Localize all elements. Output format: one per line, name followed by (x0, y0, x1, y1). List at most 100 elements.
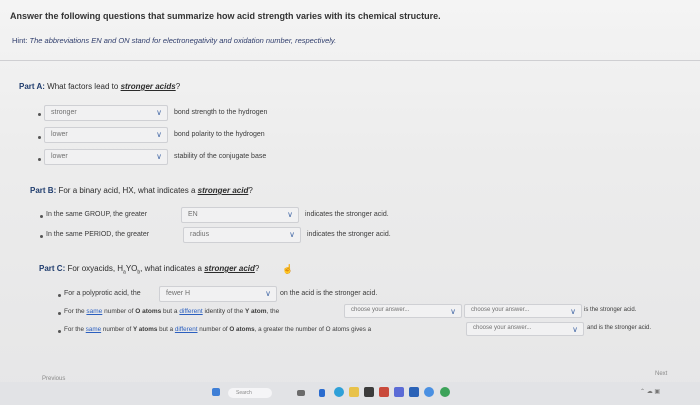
next-button[interactable]: Next (655, 371, 667, 377)
windows-start-icon[interactable] (212, 388, 220, 396)
app-icon[interactable] (394, 387, 404, 397)
part-c-text-1: For a polyprotic acid, the (64, 290, 141, 297)
part-b-qmark: ? (248, 186, 253, 195)
text-bold: Y atom (245, 308, 267, 315)
part-a-desc-3: stability of the conjugate base (174, 153, 267, 160)
part-b-question: Part B: For a binary acid, HX, what indi… (30, 186, 253, 195)
bullet (58, 330, 61, 333)
text-fragment: For the (64, 326, 84, 333)
select-value: fewer H (166, 290, 191, 297)
part-c-select-1[interactable]: fewer H ∨ (159, 286, 277, 302)
chevron-down-icon: ∨ (287, 210, 293, 219)
part-b-text-2: In the same PERIOD, the greater (46, 231, 150, 238)
part-a-text: What factors lead to (47, 82, 119, 91)
quiz-page: Answer the following questions that summ… (0, 0, 700, 405)
divider (0, 60, 700, 61)
chevron-down-icon: ∨ (156, 152, 162, 161)
system-tray-icon[interactable]: ⌃ ☁ ▣ (640, 388, 660, 395)
hint-text: Hint: The abbreviations EN and ON stand … (12, 36, 336, 45)
hint-prefix: Hint: (12, 36, 28, 45)
part-c-qmark: ? (254, 264, 260, 273)
edge-browser-icon[interactable] (334, 387, 344, 397)
app-icon[interactable] (424, 387, 434, 397)
part-a-select-2[interactable]: lower ∨ (44, 127, 168, 143)
part-c-text: For oxyacids, H (67, 264, 124, 273)
taskbar: Search ⌃ ☁ ▣ (0, 382, 700, 405)
part-b-desc-1: indicates the stronger acid. (305, 211, 389, 218)
app-icon[interactable] (297, 390, 305, 396)
select-value: lower (51, 131, 68, 138)
part-a-question: Part A: What factors lead to stronger ac… (19, 82, 180, 91)
app-icon[interactable] (319, 389, 325, 397)
select-value: choose your answer... (471, 307, 530, 313)
text-emphasis: same (86, 308, 103, 315)
text-fragment: For the (64, 308, 85, 315)
text-emphasis: same (85, 326, 102, 333)
chevron-down-icon: ∨ (289, 230, 295, 239)
bullet (40, 235, 43, 238)
part-a-qmark: ? (175, 82, 181, 91)
part-c-text-3: For the same number of Y atoms but a dif… (64, 326, 371, 333)
app-icon[interactable] (364, 387, 374, 397)
chevron-down-icon: ∨ (450, 307, 456, 316)
app-icon[interactable] (379, 387, 389, 397)
part-c-desc-2: is the stronger acid. (584, 307, 637, 313)
part-a-select-1[interactable]: stronger ∨ (44, 105, 168, 121)
select-value: EN (188, 211, 198, 218)
taskbar-search[interactable]: Search (228, 388, 272, 398)
part-c-formula: YO (125, 264, 138, 273)
part-c-text-2: , what indicates a (140, 264, 202, 273)
hint-body: The abbreviations EN and ON stand for el… (29, 36, 337, 45)
chevron-down-icon: ∨ (570, 307, 576, 316)
select-value: choose your answer... (351, 307, 410, 313)
text-emphasis: different (174, 326, 198, 333)
part-c-desc-1: on the acid is the stronger acid. (280, 290, 378, 297)
part-b-text-1: In the same GROUP, the greater (46, 211, 148, 218)
part-a-select-3[interactable]: lower ∨ (44, 149, 168, 165)
select-value: radius (190, 231, 210, 238)
text-fragment: number of (199, 326, 228, 333)
part-c-emphasis: stronger acid (204, 264, 255, 273)
select-value: stronger (51, 109, 77, 116)
text-fragment: number of (102, 326, 132, 333)
text-fragment: , a greater the number of O atoms gives … (254, 326, 372, 333)
part-b-text: For a binary acid, HX, what indicates a (58, 186, 196, 195)
text-fragment: number of (104, 308, 134, 315)
text-fragment: identity of the (204, 308, 244, 315)
part-c-text-2: For the same number of O atoms but a dif… (64, 308, 279, 315)
part-b-select-2[interactable]: radius ∨ (183, 227, 301, 243)
part-c-select-3[interactable]: choose your answer... ∨ (464, 304, 582, 318)
bullet (58, 312, 61, 315)
text-fragment: , the (266, 308, 280, 315)
app-icon[interactable] (409, 387, 419, 397)
bullet (40, 215, 43, 218)
hand-cursor-icon: ☝ (282, 264, 294, 274)
text-fragment: but a (163, 308, 178, 315)
part-c-question: Part C: For oxyacids, HaYOb, what indica… (39, 264, 259, 276)
part-c-select-2[interactable]: choose your answer... ∨ (344, 304, 462, 318)
part-a-desc-1: bond strength to the hydrogen (174, 109, 268, 116)
bullet (38, 113, 41, 116)
part-b-select-1[interactable]: EN ∨ (181, 207, 299, 223)
part-a-label: Part A: (19, 82, 45, 91)
part-b-label: Part B: (30, 186, 57, 195)
folder-icon[interactable] (349, 387, 359, 397)
chevron-down-icon: ∨ (265, 289, 271, 298)
question-title: Answer the following questions that summ… (10, 11, 441, 21)
part-c-desc-3: and is the stronger acid. (587, 325, 652, 331)
text-bold: Y atoms (132, 326, 158, 333)
text-fragment: but a (159, 326, 174, 333)
chevron-down-icon: ∨ (572, 325, 578, 334)
select-value: lower (51, 153, 68, 160)
select-value: choose your answer... (473, 325, 532, 331)
bullet (58, 294, 61, 297)
search-placeholder: Search (236, 390, 252, 396)
text-emphasis: different (179, 308, 203, 315)
chevron-down-icon: ∨ (156, 130, 162, 139)
part-a-emphasis: stronger acids (120, 82, 176, 91)
chrome-icon[interactable] (440, 387, 450, 397)
text-bold: O atoms (229, 326, 255, 333)
part-a-desc-2: bond polarity to the hydrogen (174, 131, 265, 138)
part-b-desc-2: indicates the stronger acid. (307, 231, 391, 238)
part-c-select-4[interactable]: choose your answer... ∨ (466, 322, 584, 336)
